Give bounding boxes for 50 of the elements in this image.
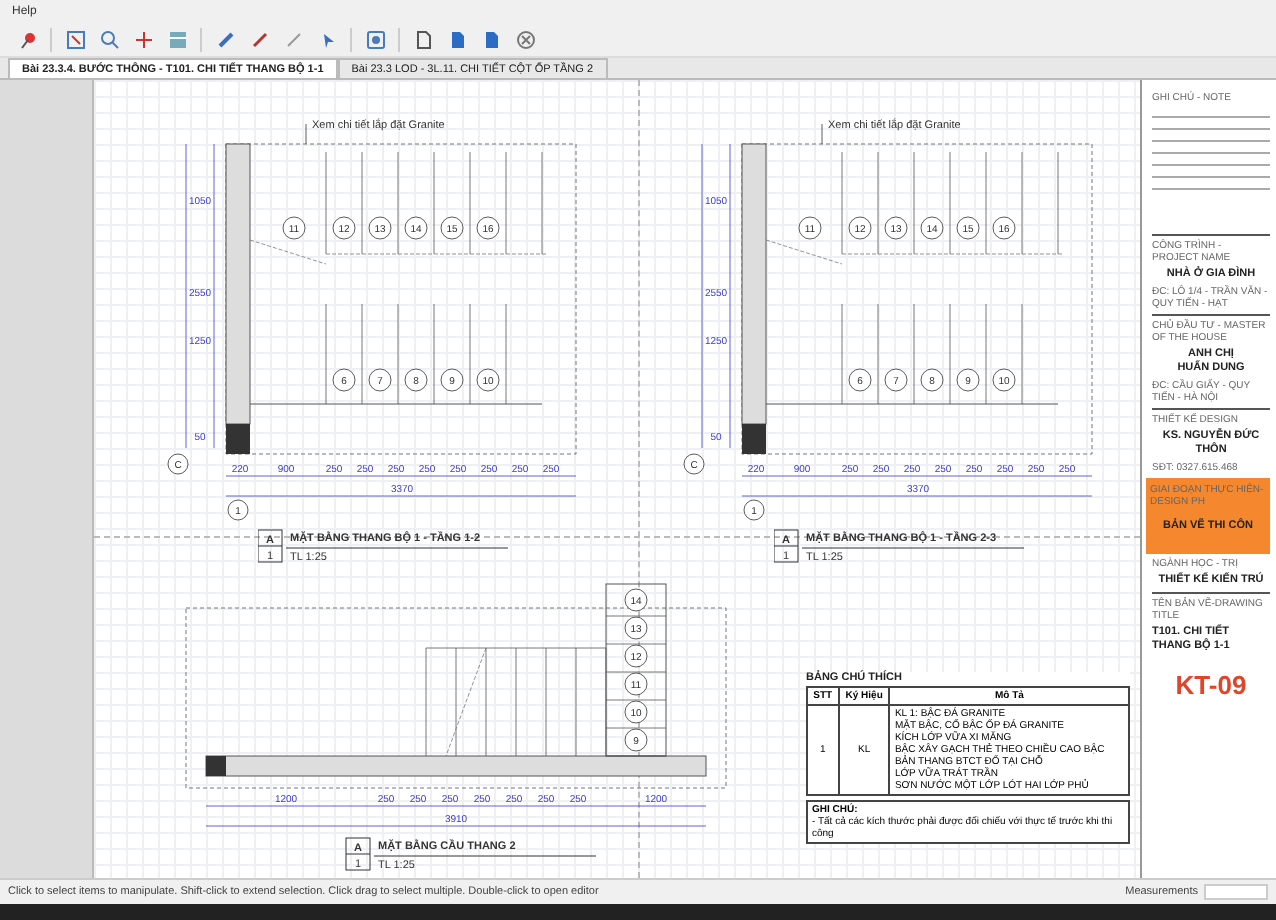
measurements-field[interactable]	[1204, 884, 1268, 900]
step-number-icon	[624, 644, 648, 668]
step-number-icon	[368, 216, 392, 240]
view-marker-drawing	[774, 529, 799, 563]
step-number-icon	[920, 368, 944, 392]
step-number-icon	[368, 368, 392, 392]
step-number-icon	[404, 368, 428, 392]
drawing-code: KT-09	[1173, 670, 1249, 700]
step-number-icon	[848, 368, 872, 392]
step-number-icon	[624, 728, 648, 752]
grid-axis-icon	[167, 453, 189, 475]
step-number-icon	[332, 216, 356, 240]
step-number-icon	[992, 216, 1016, 240]
step-number-icon	[956, 216, 980, 240]
step-number-icon	[884, 368, 908, 392]
step-number-icon	[624, 588, 648, 612]
step-number-icon	[624, 672, 648, 696]
document-icon[interactable]	[480, 29, 502, 51]
document-icon[interactable]	[412, 29, 434, 51]
zoom-icon[interactable]	[98, 29, 120, 51]
table-icon[interactable]	[166, 29, 188, 51]
leader-line	[305, 123, 307, 145]
step-number-icon	[624, 700, 648, 724]
step-number-icon	[992, 368, 1016, 392]
grid-axis-icon	[743, 499, 765, 521]
pen-icon[interactable]	[214, 29, 236, 51]
pin-icon[interactable]	[16, 29, 38, 51]
view-marker-drawing	[345, 837, 371, 871]
step-number-icon	[332, 368, 356, 392]
step-number-icon	[476, 368, 500, 392]
view-marker-drawing	[258, 529, 283, 563]
close-icon[interactable]	[514, 29, 536, 51]
zoom-region-icon[interactable]	[64, 29, 86, 51]
document-icon[interactable]	[446, 29, 468, 51]
step-number-icon	[848, 216, 872, 240]
step-number-icon	[476, 216, 500, 240]
step-number-icon	[440, 368, 464, 392]
step-number-icon	[404, 216, 428, 240]
pencil-icon[interactable]	[248, 29, 270, 51]
grid-axis-icon	[683, 453, 705, 475]
step-number-icon	[884, 216, 908, 240]
step-number-icon	[956, 368, 980, 392]
step-number-icon	[282, 216, 306, 240]
step-number-icon	[798, 216, 822, 240]
brush-icon[interactable]	[282, 29, 304, 51]
step-number-icon	[624, 616, 648, 640]
step-number-icon	[920, 216, 944, 240]
step-number-icon	[440, 216, 464, 240]
grid-axis-icon	[227, 499, 249, 521]
leader-line	[821, 123, 823, 145]
